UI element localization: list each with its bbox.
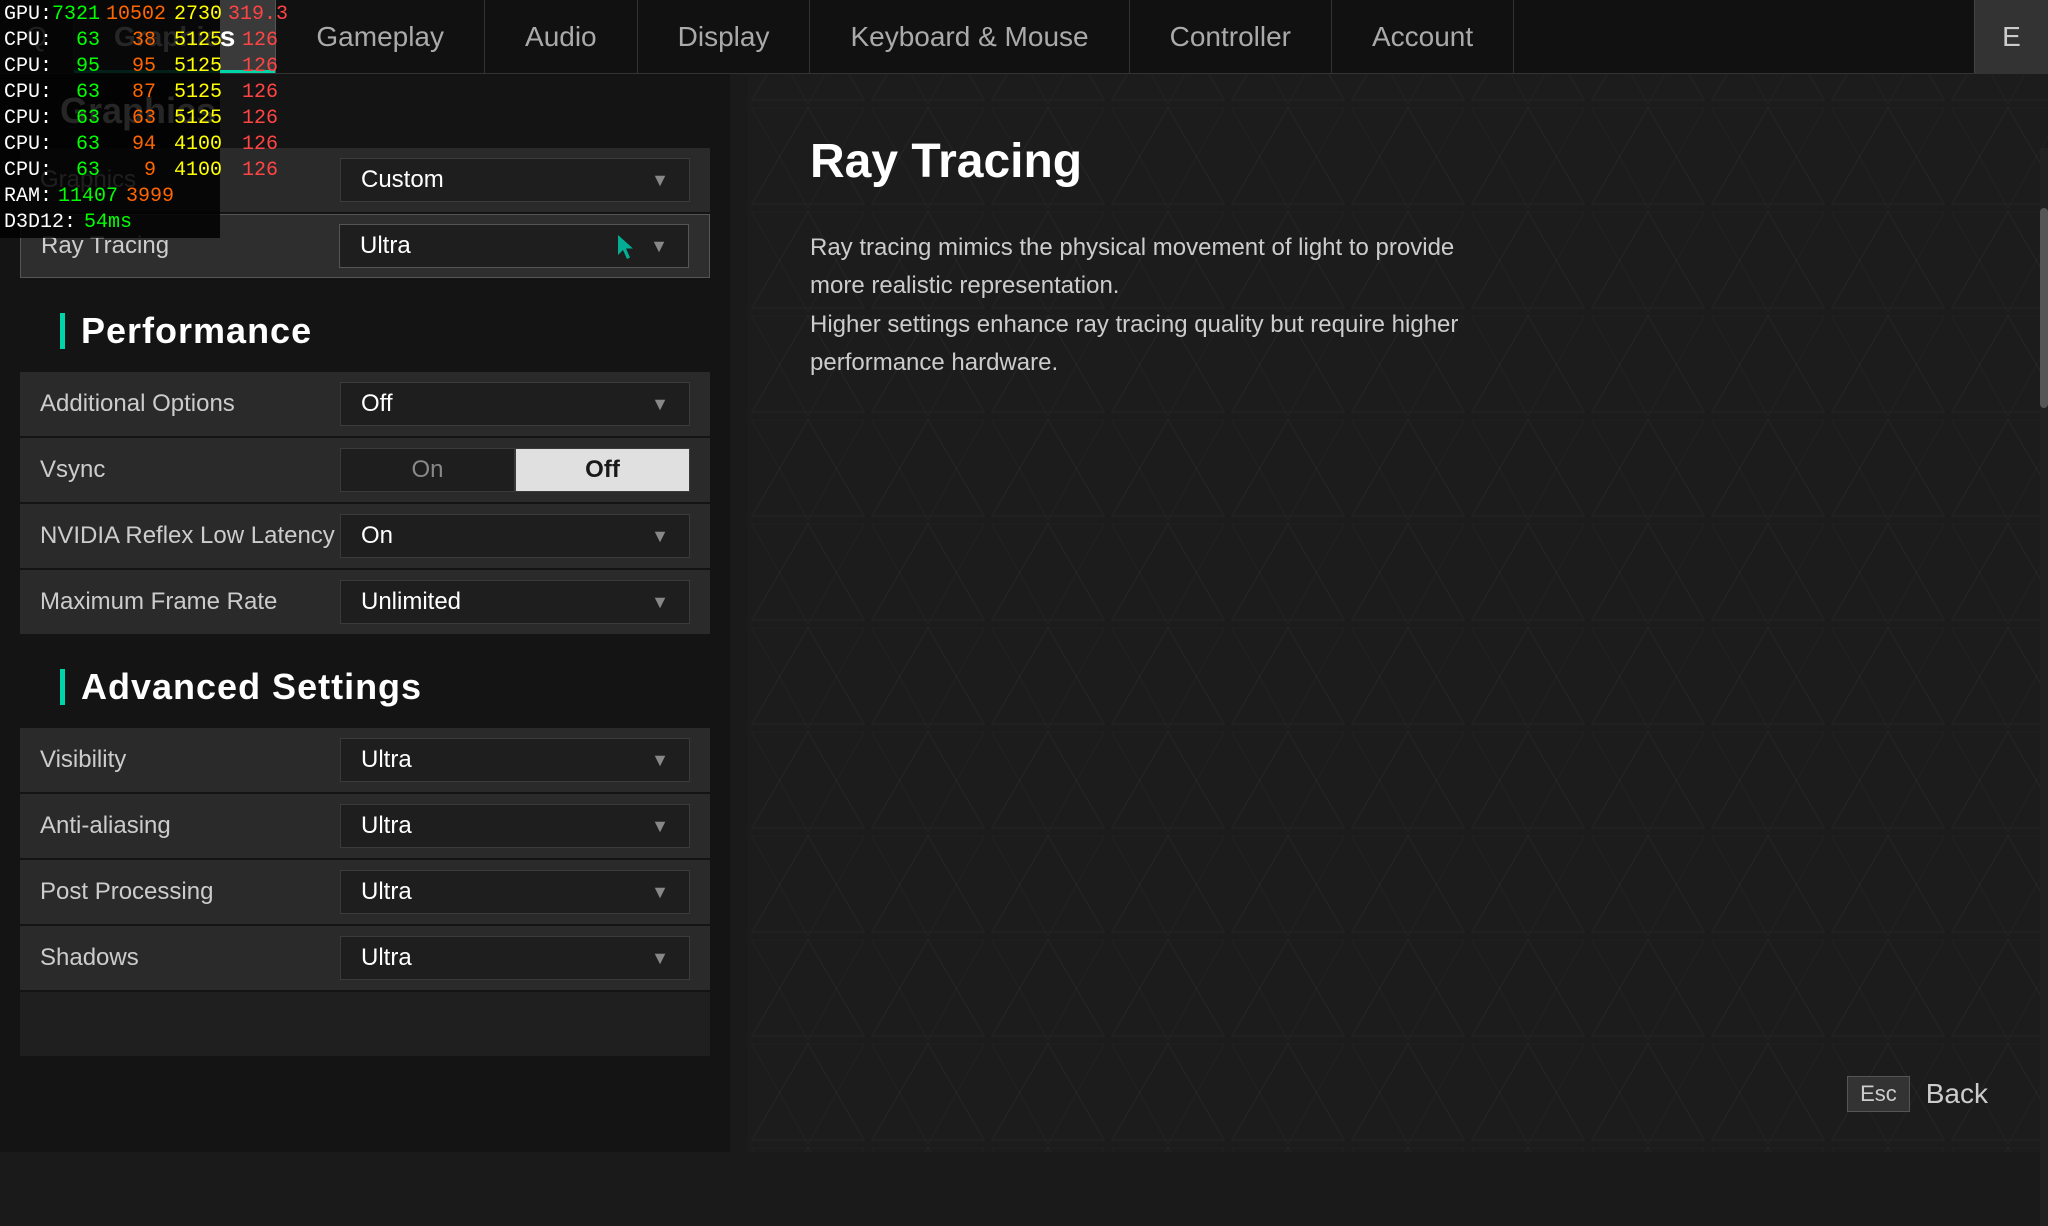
tab-account[interactable]: Account [1332,0,1514,73]
back-button[interactable]: Esc Back [1847,1076,1988,1112]
setting-row-shadows[interactable]: Shadows Ultra ▼ [20,926,710,990]
setting-value-nvidia-reflex[interactable]: On ▼ [340,514,690,558]
hud-overlay: GPU: 7321 10502 2730 319.3 CPU: 63 38 51… [0,0,220,238]
setting-label-post-processing: Post Processing [40,878,340,906]
description-line1: Ray tracing mimics the physical movement… [810,234,1454,299]
dropdown-arrow-max-frame-rate: ▼ [651,592,669,613]
setting-value-additional-options[interactable]: Off ▼ [340,382,690,426]
back-key-label: Esc [1847,1076,1910,1112]
back-button-label: Back [1926,1078,1988,1110]
setting-value-graphics[interactable]: Custom ▼ [340,158,690,202]
main-layout: Graphics Graphics Custom ▼ Ray Tracing U… [0,74,2048,1152]
dropdown-arrow-visibility: ▼ [651,750,669,771]
dropdown-arrow-anti-aliasing: ▼ [651,816,669,837]
performance-section: Performance Additional Options Off ▼ Vsy… [0,280,730,634]
setting-label-vsync: Vsync [40,456,340,484]
setting-value-text-nvidia-reflex: On [361,522,393,550]
performance-bar [60,313,65,349]
setting-label-max-frame-rate: Maximum Frame Rate [40,588,340,616]
setting-value-text-anti-aliasing: Ultra [361,812,412,840]
tab-display[interactable]: Display [638,0,811,73]
vsync-on-button[interactable]: On [340,448,515,492]
e-button[interactable]: E [1974,0,2048,73]
setting-value-post-processing[interactable]: Ultra ▼ [340,870,690,914]
tab-controller[interactable]: Controller [1130,0,1332,73]
setting-label-anti-aliasing: Anti-aliasing [40,812,340,840]
setting-row-nvidia-reflex[interactable]: NVIDIA Reflex Low Latency On ▼ [20,504,710,568]
advanced-heading: Advanced Settings [0,636,730,728]
setting-row-visibility[interactable]: Visibility Ultra ▼ [20,728,710,792]
setting-value-text-max-frame-rate: Unlimited [361,588,461,616]
setting-value-text-shadows: Ultra [361,944,412,972]
advanced-title: Advanced Settings [81,666,422,708]
dropdown-arrow-graphics: ▼ [651,170,669,191]
description-line2: Higher settings enhance ray tracing qual… [810,311,1458,376]
advanced-bar [60,669,65,705]
advanced-section: Advanced Settings Visibility Ultra ▼ Ant… [0,636,730,1056]
setting-row-post-processing[interactable]: Post Processing Ultra ▼ [20,860,710,924]
setting-label-nvidia-reflex: NVIDIA Reflex Low Latency [40,522,340,550]
setting-row-anti-aliasing[interactable]: Anti-aliasing Ultra ▼ [20,794,710,858]
setting-row-vsync[interactable]: Vsync On Off [20,438,710,502]
dropdown-arrow-post-processing: ▼ [651,882,669,903]
setting-row-max-frame-rate[interactable]: Maximum Frame Rate Unlimited ▼ [20,570,710,634]
setting-label-additional-options: Additional Options [40,390,340,418]
performance-settings: Additional Options Off ▼ Vsync On Off [0,372,730,634]
right-panel: Ray Tracing Ray tracing mimics the physi… [730,74,2048,1152]
setting-label-shadows: Shadows [40,944,340,972]
dropdown-arrow-raytracing: ▼ [650,236,668,257]
setting-value-max-frame-rate[interactable]: Unlimited ▼ [340,580,690,624]
dropdown-arrow-shadows: ▼ [651,948,669,969]
setting-value-visibility[interactable]: Ultra ▼ [340,738,690,782]
tab-audio[interactable]: Audio [485,0,638,73]
setting-row-additional-options[interactable]: Additional Options Off ▼ [20,372,710,436]
advanced-settings: Visibility Ultra ▼ Anti-aliasing Ultra ▼ [0,728,730,1056]
right-panel-description: Ray tracing mimics the physical movement… [810,229,1510,383]
tab-gameplay[interactable]: Gameplay [276,0,485,73]
tab-keyboard-mouse[interactable]: Keyboard & Mouse [810,0,1129,73]
performance-heading: Performance [0,280,730,372]
setting-row-extra[interactable] [20,992,710,1056]
setting-value-text-graphics: Custom [361,166,444,194]
setting-value-text-post-processing: Ultra [361,878,412,906]
setting-value-text-raytracing: Ultra [360,232,411,260]
dropdown-arrow-nvidia-reflex: ▼ [651,526,669,547]
setting-label-visibility: Visibility [40,746,340,774]
vsync-toggle[interactable]: On Off [340,448,690,492]
setting-value-text-visibility: Ultra [361,746,412,774]
cursor-icon [614,233,638,261]
setting-value-shadows[interactable]: Ultra ▼ [340,936,690,980]
setting-value-text-additional-options: Off [361,390,393,418]
vsync-off-button[interactable]: Off [515,448,690,492]
setting-value-raytracing[interactable]: Ultra ▼ [339,224,689,268]
performance-title: Performance [81,310,312,352]
setting-value-anti-aliasing[interactable]: Ultra ▼ [340,804,690,848]
nav-bar: Q Graphics Gameplay Audio Display Keyboa… [0,0,2048,74]
right-panel-title: Ray Tracing [810,134,1968,189]
dropdown-arrow-additional-options: ▼ [651,394,669,415]
